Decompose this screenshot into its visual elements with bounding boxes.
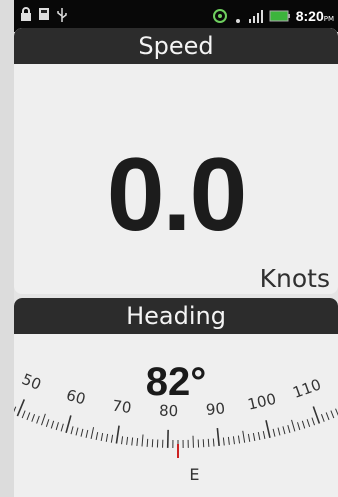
compass-tick: [110, 434, 114, 443]
compass-tick: [36, 415, 40, 424]
compass-tick: [297, 422, 301, 431]
compass-tick: [95, 431, 99, 441]
usb-icon: [57, 8, 67, 22]
compass-tick: [232, 436, 235, 445]
compass-tick: [131, 437, 134, 446]
compass-tick: [287, 424, 291, 433]
compass-tick: [75, 427, 79, 436]
compass-tick: [90, 427, 95, 440]
compass-tick: [227, 436, 230, 445]
compass-tick: [105, 433, 109, 442]
compass-cardinal: E: [189, 465, 199, 484]
compass-tick: [272, 428, 276, 437]
compass-tick: [301, 420, 306, 429]
compass-tick: [85, 429, 89, 438]
compass-tick: [80, 428, 84, 437]
compass-tick: [65, 415, 72, 434]
compass-tick: [265, 420, 271, 438]
compass-tick: [252, 432, 256, 442]
compass-tick: [45, 419, 50, 427]
compass-tick: [16, 399, 26, 417]
signal-icon: [248, 9, 263, 23]
compass-tick: [216, 427, 220, 447]
status-time: 8:20PM: [296, 6, 334, 25]
compass-label: 60: [64, 386, 87, 408]
compass-tick: [21, 410, 26, 419]
compass-tick: [325, 412, 330, 421]
compass-tick: [247, 433, 251, 442]
compass-dial: 50 60 70 80 90 100 110 E: [14, 370, 338, 484]
compass-label: 50: [19, 370, 44, 394]
compass-label: 100: [246, 390, 278, 414]
sync-icon: [212, 8, 227, 23]
left-edge: [0, 0, 14, 497]
compass-tick: [222, 437, 225, 446]
compass-tick: [237, 435, 241, 444]
compass-tick: [70, 426, 74, 435]
card-icon: [39, 8, 49, 20]
speed-unit: Knots: [259, 264, 330, 293]
heading-panel: Heading 82° 50 60 70 80 90 100 110 E: [14, 298, 338, 497]
compass-tick: [14, 406, 17, 413]
compass-tick: [141, 434, 144, 447]
compass-tick: [55, 422, 59, 431]
compass-tick: [257, 431, 261, 441]
speed-value: 0.0: [106, 137, 248, 253]
compass-tick: [50, 420, 55, 429]
compass-tick: [41, 413, 46, 426]
compass-tick: [60, 423, 64, 432]
compass-tick: [277, 427, 281, 436]
compass-tick: [126, 436, 129, 445]
compass-label: 110: [290, 375, 323, 402]
compass-tick: [100, 432, 104, 442]
ampm-text: PM: [323, 15, 334, 23]
compass-label: 80: [159, 402, 179, 420]
battery-icon: [269, 10, 290, 21]
compass-tick: [320, 414, 325, 422]
compass-tick: [31, 414, 36, 422]
compass-label: 70: [111, 397, 133, 418]
compass-label: 90: [205, 399, 226, 419]
compass-tick: [262, 430, 266, 440]
time-text: 8:20: [295, 8, 324, 24]
compass-tick: [115, 425, 120, 444]
compass-tick: [311, 417, 315, 426]
compass-tick: [26, 412, 31, 421]
compass-tick: [306, 419, 311, 427]
compass-tick: [242, 430, 246, 443]
speed-title: Speed: [14, 28, 338, 64]
compass-tick: [207, 438, 210, 447]
speed-panel: Speed 0.0 Knots: [14, 28, 338, 294]
compass-tick: [330, 410, 335, 419]
lock-icon: [21, 7, 31, 21]
compass-tick: [312, 406, 321, 424]
compass-tick: [291, 419, 296, 432]
compass-tick: [136, 437, 139, 447]
compass-tick: [282, 426, 286, 435]
compass-tick: [212, 438, 215, 447]
wifi-icon: [235, 18, 240, 23]
compass-tick: [121, 436, 124, 445]
compass-tick: [146, 438, 149, 447]
